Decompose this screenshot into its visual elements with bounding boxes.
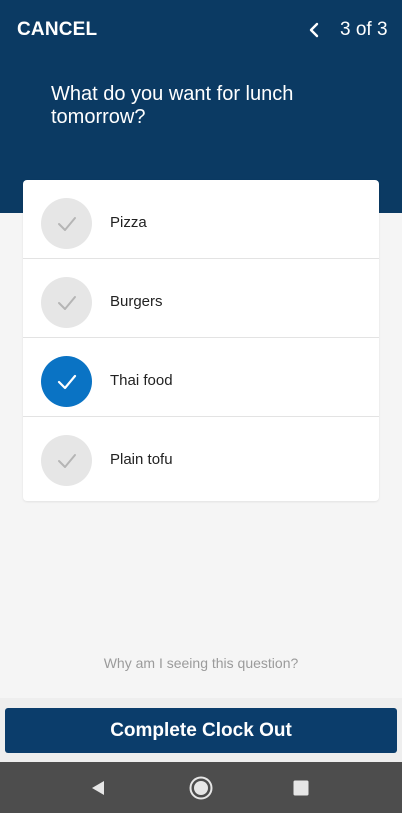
back-triangle-icon[interactable] bbox=[83, 773, 113, 803]
option-pizza[interactable]: Pizza bbox=[23, 180, 379, 259]
home-circle-icon[interactable] bbox=[186, 773, 216, 803]
check-icon bbox=[57, 453, 76, 468]
help-link[interactable]: Why am I seeing this question? bbox=[0, 655, 402, 671]
option-label: Pizza bbox=[110, 214, 147, 231]
option-label: Thai food bbox=[110, 372, 173, 389]
complete-clock-out-button[interactable]: Complete Clock Out bbox=[5, 708, 397, 753]
chevron-left-icon[interactable] bbox=[303, 17, 325, 43]
check-icon bbox=[57, 374, 76, 389]
option-label: Burgers bbox=[110, 293, 163, 310]
check-circle[interactable] bbox=[41, 198, 92, 249]
check-circle[interactable] bbox=[41, 277, 92, 328]
check-circle-selected[interactable] bbox=[41, 356, 92, 407]
option-label: Plain tofu bbox=[110, 451, 173, 468]
question-title: What do you want for lunch tomorrow? bbox=[51, 83, 294, 128]
cancel-button[interactable]: CANCEL bbox=[17, 19, 97, 41]
check-icon bbox=[57, 216, 76, 231]
option-plain-tofu[interactable]: Plain tofu bbox=[23, 417, 379, 496]
check-circle[interactable] bbox=[41, 435, 92, 486]
options-card: Pizza Burgers Thai food Plain tofu bbox=[23, 180, 379, 501]
step-counter: 3 of 3 bbox=[340, 19, 388, 40]
option-burgers[interactable]: Burgers bbox=[23, 259, 379, 338]
option-thai-food[interactable]: Thai food bbox=[23, 338, 379, 417]
check-icon bbox=[57, 295, 76, 310]
system-nav-bar bbox=[0, 762, 402, 813]
recents-square-icon[interactable] bbox=[286, 773, 316, 803]
